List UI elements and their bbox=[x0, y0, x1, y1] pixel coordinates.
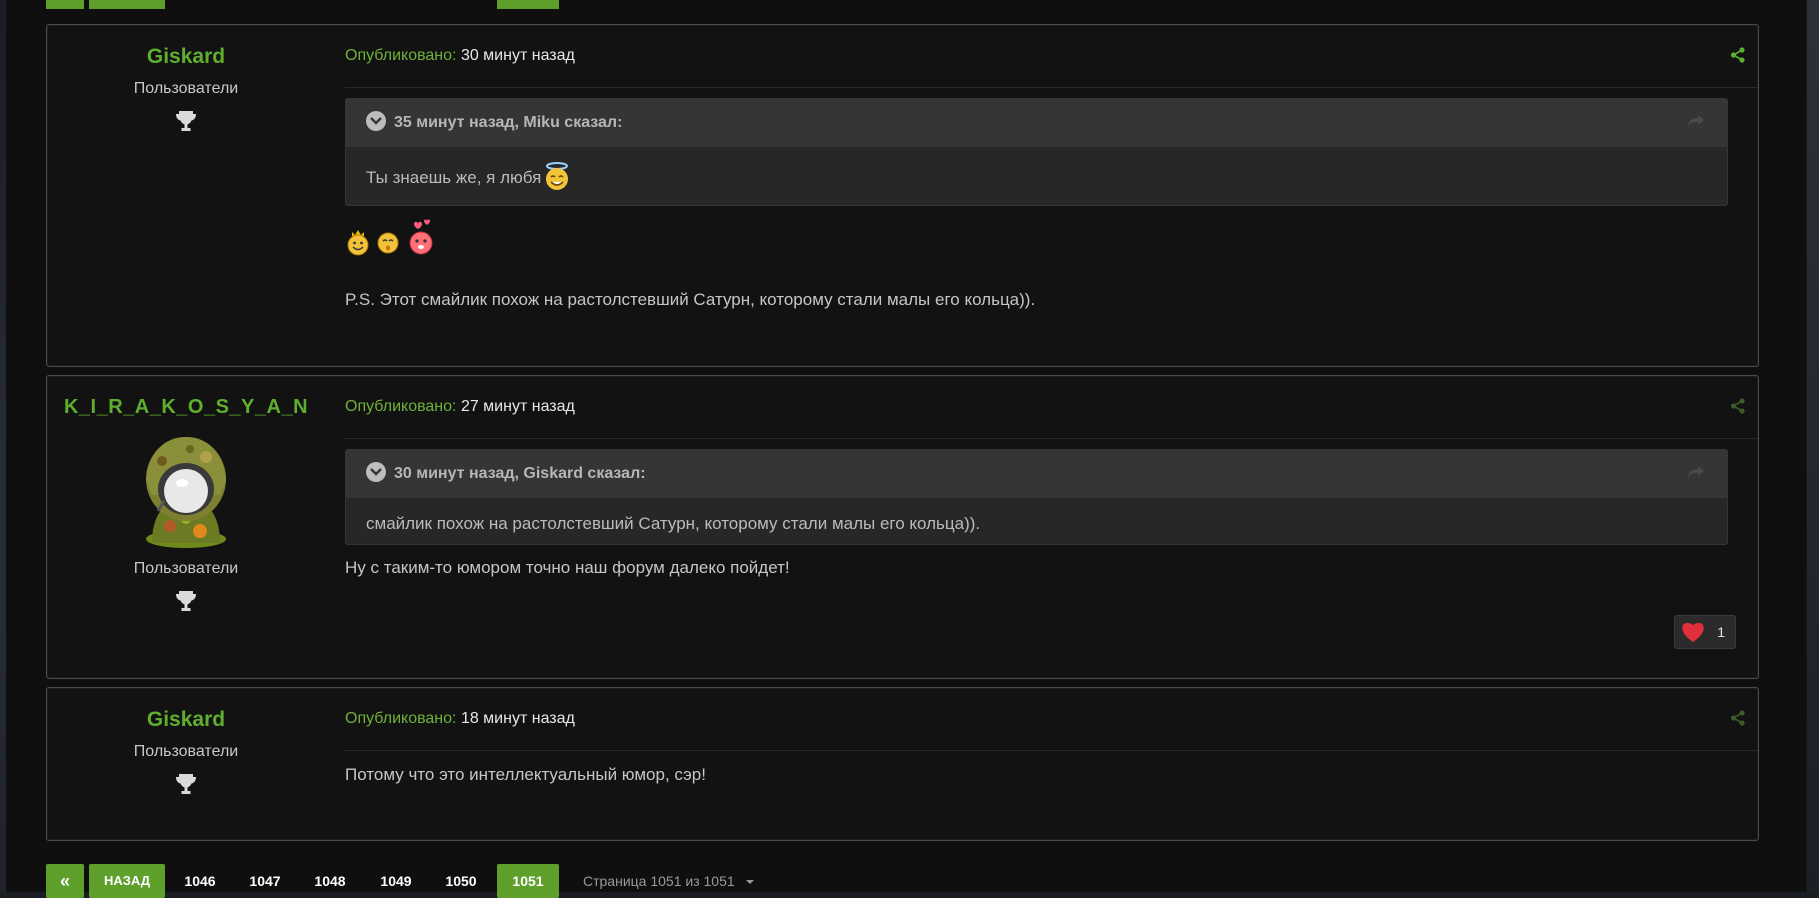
smiley-love-icon bbox=[409, 219, 433, 255]
share-icon[interactable] bbox=[1730, 47, 1746, 63]
author-name[interactable]: Giskard bbox=[47, 45, 325, 69]
reaction-count: 1 bbox=[1717, 624, 1725, 640]
quote-body: смайлик похож на растолстевший Сатурн, к… bbox=[346, 498, 1727, 544]
current-page[interactable]: 1051 bbox=[497, 864, 559, 898]
quote-header[interactable]: 35 минут назад, Miku сказал: bbox=[346, 99, 1727, 147]
post-content: Опубликовано: 27 минут назад 30 минут на… bbox=[345, 376, 1758, 578]
quote-author: 35 минут назад, Miku сказал: bbox=[394, 114, 623, 131]
quote-text: Ты знаешь же, я любя bbox=[366, 168, 542, 187]
post-meta: Опубликовано: 18 минут назад bbox=[345, 688, 1758, 751]
page-link[interactable]: 1050 bbox=[431, 864, 491, 898]
published-time[interactable]: 30 минут назад bbox=[461, 47, 575, 64]
first-page-button[interactable]: « bbox=[46, 864, 84, 898]
quote-body: Ты знаешь же, я любя bbox=[346, 147, 1727, 205]
quote-text: смайлик похож на растолстевший Сатурн, к… bbox=[366, 514, 981, 533]
post-content: Опубликовано: 30 минут назад 35 минут на… bbox=[345, 25, 1758, 310]
page-info-text: Страница 1051 из 1051 bbox=[583, 873, 735, 889]
background-edge bbox=[1807, 0, 1819, 892]
goto-quote-icon[interactable] bbox=[1687, 465, 1705, 479]
post: Giskard Пользователи Опубликовано: 18 ми… bbox=[46, 687, 1759, 841]
author-name[interactable]: K_I_R_A_K_O_S_Y_A_N bbox=[47, 396, 325, 419]
published-label: Опубликовано: bbox=[345, 47, 457, 64]
trophy-icon[interactable] bbox=[175, 772, 197, 796]
chevron-down-icon[interactable] bbox=[366, 462, 386, 482]
share-icon[interactable] bbox=[1730, 398, 1746, 414]
prev-page-button[interactable]: НАЗАД bbox=[89, 864, 165, 898]
angel-emoji-icon bbox=[546, 162, 569, 190]
page-link[interactable]: 1046 bbox=[170, 864, 230, 898]
trophy-icon[interactable] bbox=[175, 109, 197, 133]
page-link[interactable]: 1048 bbox=[300, 864, 360, 898]
heart-icon bbox=[1682, 622, 1704, 642]
author-group: Пользователи bbox=[133, 80, 239, 97]
page-link[interactable]: 1049 bbox=[366, 864, 426, 898]
smiley-crown-icon bbox=[347, 230, 369, 256]
top-page-button[interactable] bbox=[497, 0, 559, 9]
goto-quote-icon[interactable] bbox=[1687, 114, 1705, 128]
trophy-icon[interactable] bbox=[175, 589, 197, 613]
author-group: Пользователи bbox=[133, 743, 239, 760]
quote-block: 35 минут назад, Miku сказал: Ты знаешь ж… bbox=[345, 98, 1728, 206]
top-page-button[interactable] bbox=[46, 0, 84, 9]
post-text: P.S. Этот смайлик похож на растолстевший… bbox=[345, 290, 1036, 309]
top-page-button[interactable] bbox=[89, 0, 165, 9]
post-text: Потому что это интеллектуальный юмор, сэ… bbox=[345, 765, 706, 784]
published-label: Опубликовано: bbox=[345, 710, 457, 727]
post-author-panel: K_I_R_A_K_O_S_Y_A_N Пользователи bbox=[47, 376, 325, 613]
published-time[interactable]: 27 минут назад bbox=[461, 398, 575, 415]
post-meta: Опубликовано: 27 минут назад bbox=[345, 376, 1758, 439]
page-jump-dropdown[interactable]: Страница 1051 из 1051 bbox=[583, 864, 755, 898]
chevron-down-icon[interactable] bbox=[366, 111, 386, 131]
post-author-panel: Giskard Пользователи bbox=[47, 25, 325, 133]
post: K_I_R_A_K_O_S_Y_A_N Пользователи Опублик… bbox=[46, 375, 1759, 679]
avatar[interactable] bbox=[140, 431, 232, 549]
post-text: Ну с таким-то юмором точно наш форум дал… bbox=[345, 558, 790, 577]
author-group: Пользователи bbox=[133, 560, 239, 577]
post-content: Опубликовано: 18 минут назад Потому что … bbox=[345, 688, 1758, 785]
post: Giskard Пользователи Опубликовано: 30 ми… bbox=[46, 24, 1759, 367]
share-icon[interactable] bbox=[1730, 710, 1746, 726]
quote-author: 30 минут назад, Giskard сказал: bbox=[394, 465, 646, 482]
page-link[interactable]: 1047 bbox=[235, 864, 295, 898]
quote-header[interactable]: 30 минут назад, Giskard сказал: bbox=[346, 450, 1727, 498]
quote-block: 30 минут назад, Giskard сказал: смайлик … bbox=[345, 449, 1728, 545]
post-meta: Опубликовано: 30 минут назад bbox=[345, 25, 1758, 88]
smiley-blush-icon bbox=[377, 232, 399, 254]
published-label: Опубликовано: bbox=[345, 398, 457, 415]
post-author-panel: Giskard Пользователи bbox=[47, 688, 325, 796]
author-name[interactable]: Giskard bbox=[47, 708, 325, 732]
reaction-button[interactable]: 1 bbox=[1674, 615, 1736, 649]
published-time[interactable]: 18 минут назад bbox=[461, 710, 575, 727]
emoji-row bbox=[345, 218, 1758, 256]
caret-down-icon bbox=[745, 880, 754, 884]
